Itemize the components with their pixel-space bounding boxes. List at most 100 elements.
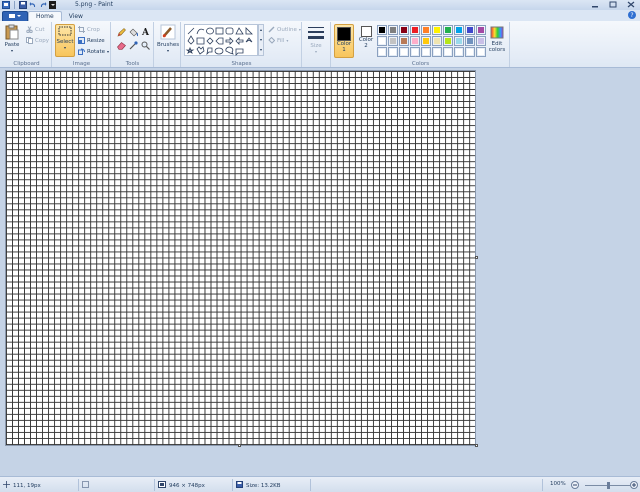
palette-swatch[interactable] [465,36,475,46]
image-group-label: Image [72,61,91,67]
cut-button[interactable]: Cut [26,26,44,34]
image-size-icon [158,481,166,490]
palette-swatch[interactable] [454,25,464,35]
clipboard-group-label: Clipboard [13,61,40,67]
palette-swatch[interactable] [465,47,475,57]
palette-swatch[interactable] [421,25,431,35]
help-icon[interactable]: ? [628,11,636,19]
palette-swatch[interactable] [443,36,453,46]
rotate-button[interactable]: Rotate ▾ [78,48,109,55]
drawing-canvas[interactable] [5,70,476,446]
palette-swatch[interactable] [476,25,486,35]
palette-swatch[interactable] [476,36,486,46]
palette-swatch[interactable] [476,47,486,57]
paste-icon [4,24,20,42]
file-size-text: Size: 13.2KB [246,482,281,489]
palette-swatch[interactable] [443,25,453,35]
palette-swatch-color [412,27,418,33]
outline-button[interactable]: Outline ▾ [268,26,301,33]
crop-button[interactable]: Crop [78,26,100,33]
palette-swatch[interactable] [399,36,409,46]
chevron-down-icon: ▾ [167,48,170,53]
resize-handle-corner[interactable] [475,444,478,447]
outline-icon [268,26,275,33]
palette-swatch-color [445,27,451,33]
ribbon-tabs: Home View ? [0,10,640,21]
edit-colors-button[interactable]: Edit colors [487,26,507,53]
palette-swatch[interactable] [377,47,387,57]
select-rectangle-icon [57,25,73,39]
save-icon[interactable] [19,1,27,9]
palette-swatch-color [467,38,473,44]
zoom-slider-thumb[interactable] [607,482,610,489]
palette-swatch[interactable] [388,36,398,46]
chevron-down-icon: ▾ [63,45,66,50]
zoom-in-icon[interactable] [630,481,638,489]
brushes-button[interactable]: Brushes ▾ [157,24,179,53]
chevron-down-icon: ▾ [10,48,13,53]
eraser-icon[interactable] [117,41,126,50]
copy-button[interactable]: Copy [26,37,49,44]
palette-swatch[interactable] [432,25,442,35]
palette-swatch-color [456,38,462,44]
palette-swatch[interactable] [454,47,464,57]
palette-swatch[interactable] [388,25,398,35]
resize-handle-right[interactable] [475,256,478,259]
palette-swatch[interactable] [410,25,420,35]
magnifier-icon[interactable] [141,41,150,50]
palette-swatch[interactable] [377,25,387,35]
customize-qat-icon[interactable] [49,1,56,9]
shapes-scroll[interactable]: ▴ ▾ ▾ [258,24,264,56]
undo-icon[interactable] [29,1,37,9]
palette-swatch[interactable] [410,36,420,46]
text-icon[interactable]: A [141,28,150,38]
shapes-group: ▴ ▾ ▾ Outline ▾ Fill ▾ Shapes [182,22,302,67]
paste-button[interactable]: Paste ▾ [4,24,20,53]
window-title: 5.png - Paint [75,1,113,8]
color2-button[interactable]: Color 2 [357,26,375,49]
palette-swatch[interactable] [454,36,464,46]
redo-icon[interactable] [39,1,47,9]
palette-swatch[interactable] [410,47,420,57]
size-group: Size ▾ [303,22,331,67]
select-button[interactable]: Select ▾ [55,24,75,57]
shapes-gallery-icons [185,27,253,56]
palette-swatch[interactable] [421,47,431,57]
size-button[interactable]: Size ▾ [307,25,325,54]
paint-menu-button[interactable] [2,11,28,21]
zoom-slider[interactable] [585,482,630,489]
shapes-gallery[interactable] [184,24,258,56]
tab-view[interactable]: View [62,11,90,21]
pencil-icon[interactable] [117,28,126,37]
zoom-out-icon[interactable] [571,481,579,489]
chevron-down-icon: ▾ [107,49,110,54]
palette-swatch[interactable] [399,25,409,35]
color1-button[interactable]: Color 1 [334,24,354,58]
minimize-icon[interactable] [588,0,602,9]
palette-swatch[interactable] [421,36,431,46]
maximize-icon[interactable] [606,0,620,9]
resize-handle-bottom[interactable] [238,444,241,447]
close-icon[interactable] [624,0,638,9]
fill-icon[interactable] [129,28,138,37]
color-picker-icon[interactable] [129,41,138,50]
palette-swatch[interactable] [465,25,475,35]
zoom-level-text: 100% [550,481,566,487]
resize-button[interactable]: Resize [78,37,105,44]
selection-size-icon [82,481,89,490]
palette-swatch[interactable] [399,47,409,57]
image-size: 946 × 748px [158,481,205,490]
window-controls [588,0,638,9]
palette-swatch[interactable] [388,47,398,57]
qat-separator [14,1,15,9]
cursor-position-text: 111, 19px [13,482,41,489]
palette-swatch[interactable] [432,47,442,57]
fill-button[interactable]: Fill ▾ [268,36,288,44]
palette-swatch[interactable] [443,47,453,57]
palette-swatch[interactable] [432,36,442,46]
brush-icon [160,24,176,42]
scissors-icon [26,26,33,34]
paint-app-icon[interactable] [2,1,10,9]
tab-home[interactable]: Home [28,11,62,21]
palette-swatch[interactable] [377,36,387,46]
